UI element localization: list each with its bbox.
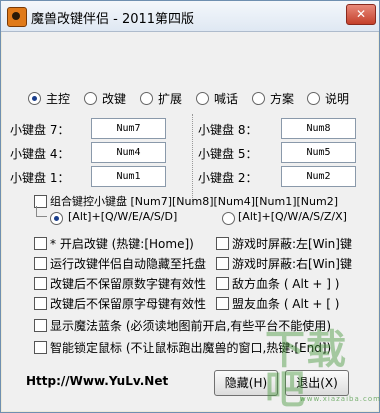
enemy-hp-label[interactable]: 敌方血条 ( Alt + ] ) [232, 275, 339, 292]
tab-scheme-label[interactable]: 方案 [270, 90, 294, 107]
keep-letter-keys-checkbox[interactable] [34, 297, 47, 310]
tab-main-radio[interactable] [28, 92, 41, 105]
window-title: 魔兽改键伴侣 - 2011第四版 [31, 12, 195, 27]
tab-main-label[interactable]: 主控 [46, 90, 70, 107]
keep-letter-keys-label[interactable]: 改键后不保留原字母键有效性 [50, 295, 206, 312]
keypad2-input[interactable]: Num2 [281, 166, 356, 187]
enable-remap-label[interactable]: * 开启改键 (热键:[Home]) [50, 235, 194, 252]
keypad5-input[interactable]: Num5 [281, 142, 356, 163]
keypad1-label: 小键盘 1： [10, 171, 70, 185]
keypad8-label: 小键盘 8： [198, 123, 258, 137]
block-left-win-label[interactable]: 游戏时屏蔽:左[Win]键 [232, 235, 352, 252]
show-mana-bar-checkbox[interactable] [34, 319, 47, 332]
tab-remap-radio[interactable] [84, 92, 97, 105]
keep-number-keys-checkbox[interactable] [34, 277, 47, 290]
tab-remap-label[interactable]: 改键 [102, 90, 126, 107]
tab-help-label[interactable]: 说明 [325, 90, 349, 107]
combo-opt1-radio[interactable] [50, 212, 63, 225]
tab-scheme-radio[interactable] [252, 92, 265, 105]
block-right-win-checkbox[interactable] [216, 257, 229, 270]
combo-opt1-label[interactable]: [Alt]+[Q/W/E/A/S/D] [68, 210, 177, 223]
tab-shout-radio[interactable] [196, 92, 209, 105]
close-button[interactable]: ✕ [346, 4, 376, 25]
watermark-logo: 下载吧 [265, 327, 347, 413]
keypad8-input[interactable]: Num8 [281, 118, 356, 139]
combo-opt2-radio[interactable] [222, 212, 235, 225]
keypad1-input[interactable]: Num1 [91, 166, 166, 187]
combo-keypad-label[interactable]: 组合键控小键盘 [Num7][Num8][Num4][Num1][Num2] [50, 193, 338, 209]
website-link[interactable]: Http://Www.YuLv.Net [26, 374, 168, 388]
tab-extend-label[interactable]: 扩展 [158, 90, 182, 107]
tree-connector [36, 206, 47, 217]
tab-help-radio[interactable] [307, 92, 320, 105]
tab-extend-radio[interactable] [140, 92, 153, 105]
tab-shout-label[interactable]: 喊话 [214, 90, 238, 107]
keypad5-label: 小键盘 5： [198, 147, 258, 161]
ally-hp-label[interactable]: 盟友血条 ( Alt + [ ) [232, 295, 339, 312]
column-separator [192, 114, 193, 202]
lock-mouse-checkbox[interactable] [34, 341, 47, 354]
combo-opt2-label[interactable]: [Alt]+[Q/W/A/S/Z/X] [238, 210, 347, 223]
keypad4-input[interactable]: Num4 [91, 142, 166, 163]
auto-hide-tray-checkbox[interactable] [34, 257, 47, 270]
block-left-win-checkbox[interactable] [216, 237, 229, 250]
keypad7-input[interactable]: Num7 [91, 118, 166, 139]
keypad2-label: 小键盘 2： [198, 171, 258, 185]
ally-hp-checkbox[interactable] [216, 297, 229, 310]
block-right-win-label[interactable]: 游戏时屏蔽:右[Win]键 [232, 255, 352, 272]
keypad7-label: 小键盘 7： [10, 123, 70, 137]
enemy-hp-checkbox[interactable] [216, 277, 229, 290]
keep-number-keys-label[interactable]: 改键后不保留原数字键有效性 [50, 275, 206, 292]
app-icon [7, 7, 27, 27]
watermark-url: www.xiazaiba.com [300, 395, 380, 403]
title-bar: 魔兽改键伴侣 - 2011第四版 ✕ [1, 1, 379, 32]
auto-hide-tray-label[interactable]: 运行改键伴侣自动隐藏至托盘 [50, 255, 206, 272]
keypad4-label: 小键盘 4： [10, 147, 70, 161]
enable-remap-checkbox[interactable] [34, 237, 47, 250]
